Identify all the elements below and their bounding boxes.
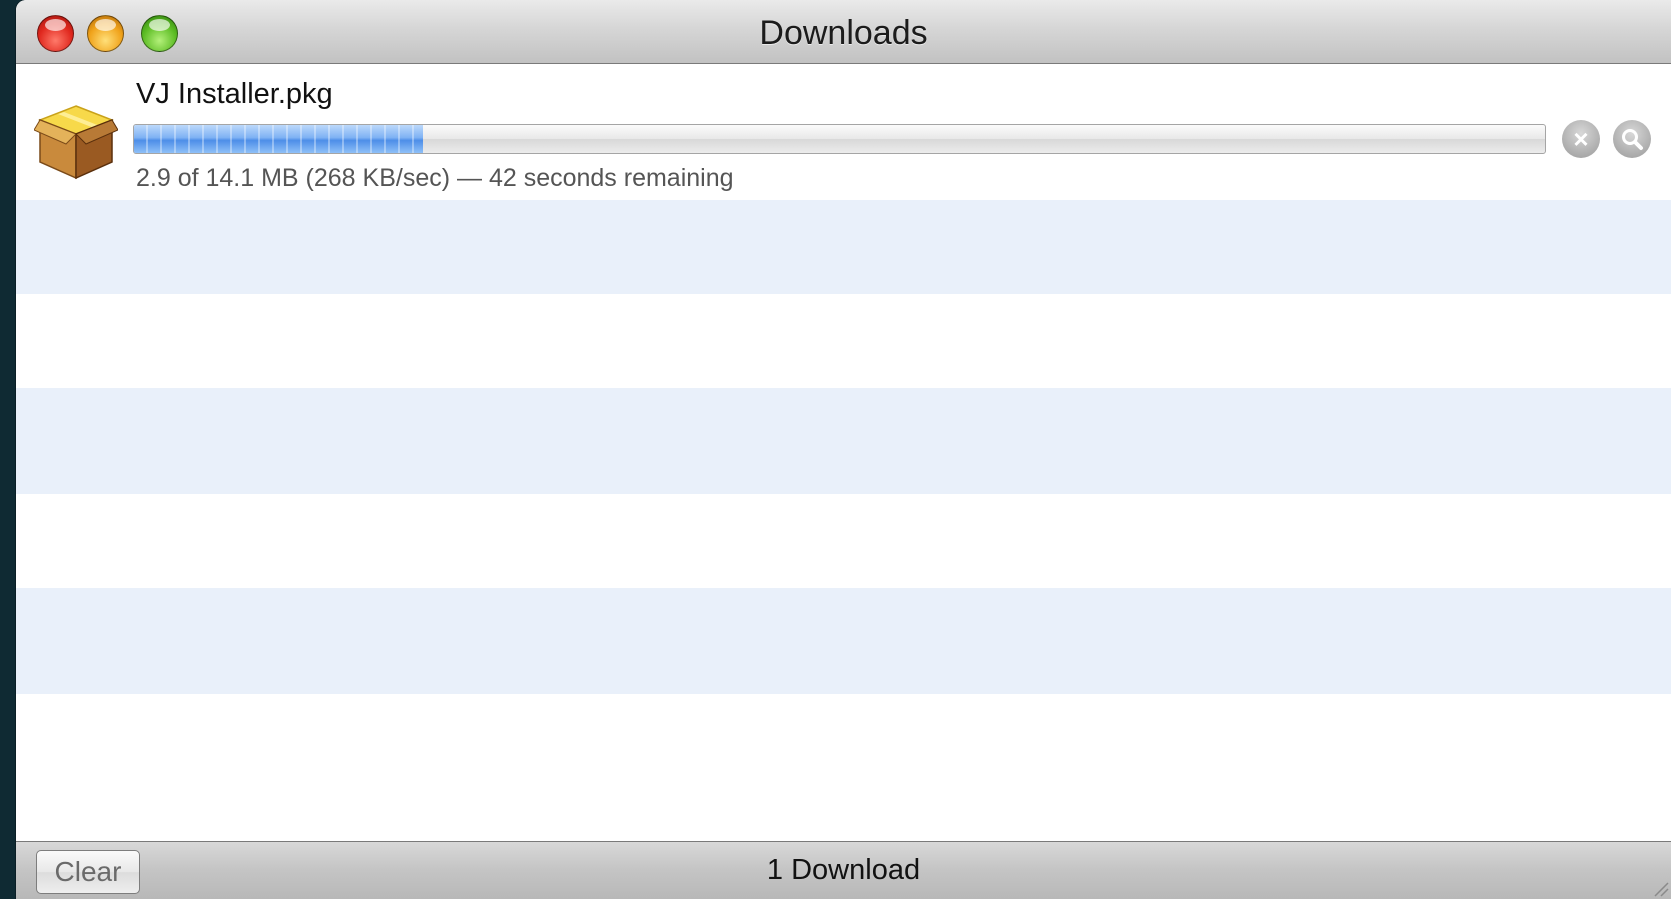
download-progress-bar: [133, 124, 1546, 154]
list-stripe: [16, 588, 1671, 694]
list-stripe: [16, 188, 1671, 294]
download-row[interactable]: VJ Installer.pkg × 2.9 of 14.1 MB (268 K…: [16, 64, 1671, 200]
reveal-in-finder-button[interactable]: [1613, 120, 1651, 158]
download-status-text: 2.9 of 14.1 MB (268 KB/sec) — 42 seconds…: [136, 164, 734, 192]
stop-download-button[interactable]: ×: [1562, 120, 1600, 158]
window-title: Downloads: [759, 14, 928, 52]
resize-grip-icon[interactable]: [1649, 877, 1669, 897]
list-stripe: [16, 388, 1671, 494]
downloads-list[interactable]: VJ Installer.pkg × 2.9 of 14.1 MB (268 K…: [16, 64, 1671, 841]
stop-icon: ×: [1573, 124, 1589, 154]
package-icon: [34, 105, 118, 180]
bottom-bar: Clear 1 Download: [16, 841, 1671, 899]
downloads-window: Downloads VJ Installer.pkg × 2.9 of 14.1…: [16, 0, 1671, 899]
magnifier-icon: [1622, 129, 1643, 150]
title-bar[interactable]: Downloads: [16, 0, 1671, 64]
download-filename: VJ Installer.pkg: [136, 78, 333, 110]
download-progress-fill: [134, 125, 424, 153]
download-count: 1 Download: [766, 854, 921, 886]
